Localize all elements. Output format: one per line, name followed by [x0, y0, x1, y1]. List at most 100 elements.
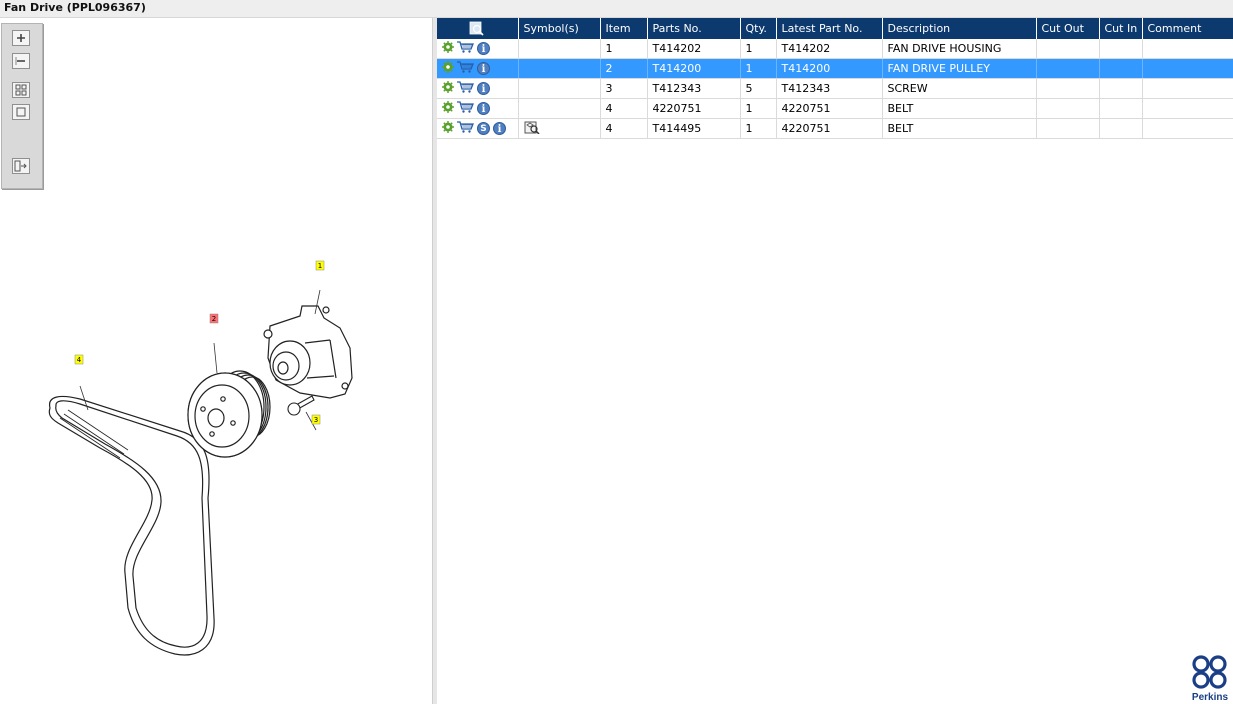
- gear-icon[interactable]: [442, 61, 454, 76]
- column-header-item[interactable]: Item: [600, 18, 648, 39]
- symbols-cell: [518, 98, 601, 119]
- column-header-actions[interactable]: [437, 18, 519, 39]
- cut-in-cell: [1099, 118, 1143, 139]
- table-header-row: Symbol(s) Item Parts No. Qty. Latest Par…: [437, 18, 1233, 39]
- comment-cell: [1142, 78, 1233, 99]
- table-row[interactable]: i 1 T414202 1 T414202 FAN DRIVE HOUSING: [437, 39, 1233, 59]
- cut-out-cell: [1036, 118, 1100, 139]
- parts-no-cell: T414202: [647, 39, 741, 59]
- cut-out-cell: [1036, 39, 1100, 59]
- row-actions-cell: i: [437, 39, 519, 59]
- column-header-parts-no[interactable]: Parts No.: [647, 18, 741, 39]
- qty-cell: 1: [740, 39, 777, 59]
- parts-no-cell: T412343: [647, 78, 741, 99]
- info-icon[interactable]: i: [477, 102, 490, 115]
- gear-icon[interactable]: [442, 81, 454, 96]
- description-cell: BELT: [882, 118, 1037, 139]
- callout-1[interactable]: 1: [315, 260, 325, 271]
- info-icon[interactable]: i: [477, 62, 490, 75]
- svg-text:4: 4: [77, 356, 82, 364]
- item-cell: 4: [600, 98, 648, 119]
- comment-cell: [1142, 58, 1233, 79]
- table-row[interactable]: i 2 T414200 1 T414200 FAN DRIVE PULLEY: [437, 58, 1233, 79]
- qty-cell: 1: [740, 118, 777, 139]
- parts-no-cell: 4220751: [647, 98, 741, 119]
- row-actions-cell: Si: [437, 118, 519, 139]
- table-row[interactable]: i 3 T412343 5 T412343 SCREW: [437, 78, 1233, 99]
- column-header-comment[interactable]: Comment: [1142, 18, 1233, 39]
- info-icon[interactable]: i: [477, 42, 490, 55]
- table-row[interactable]: i 4 4220751 1 4220751 BELT: [437, 98, 1233, 119]
- perkins-logo-mark: [1192, 655, 1227, 689]
- gear-icon[interactable]: [442, 101, 454, 116]
- latest-part-no-cell: T414202: [776, 39, 883, 59]
- parts-table: Symbol(s) Item Parts No. Qty. Latest Par…: [437, 18, 1233, 139]
- svg-text:3: 3: [314, 416, 318, 424]
- illustration-pane[interactable]: 1 2 3 4: [0, 18, 432, 704]
- cut-in-cell: [1099, 78, 1143, 99]
- callout-2[interactable]: 2: [209, 313, 219, 324]
- column-header-cut-in[interactable]: Cut In: [1099, 18, 1143, 39]
- gear-icon[interactable]: [442, 41, 454, 56]
- symbols-cell: [518, 78, 601, 99]
- view-part-icon[interactable]: [524, 121, 541, 137]
- search-parts-icon: [469, 21, 484, 36]
- description-cell: BELT: [882, 98, 1037, 119]
- screw-drawing: [287, 395, 315, 416]
- symbols-cell: [518, 39, 601, 59]
- column-header-symbols[interactable]: Symbol(s): [518, 18, 601, 39]
- description-cell: FAN DRIVE PULLEY: [882, 58, 1037, 79]
- row-actions-cell: i: [437, 58, 519, 79]
- cart-icon[interactable]: [457, 81, 474, 96]
- latest-part-no-cell: 4220751: [776, 98, 883, 119]
- cart-icon[interactable]: [457, 101, 474, 116]
- exploded-parts-diagram: 1 2 3 4: [48, 260, 353, 656]
- cut-out-cell: [1036, 98, 1100, 119]
- info-icon[interactable]: i: [493, 122, 506, 135]
- column-header-qty[interactable]: Qty.: [740, 18, 777, 39]
- gear-icon[interactable]: [442, 121, 454, 136]
- qty-cell: 1: [740, 58, 777, 79]
- svg-text:1: 1: [318, 262, 322, 270]
- housing-drawing: [263, 305, 353, 399]
- qty-cell: 1: [740, 98, 777, 119]
- window-titlebar: Fan Drive (PPL096367): [0, 0, 1233, 18]
- callout-3[interactable]: 3: [311, 414, 321, 425]
- comment-cell: [1142, 118, 1233, 139]
- latest-part-no-cell: T414200: [776, 58, 883, 79]
- item-cell: 4: [600, 118, 648, 139]
- parts-table-body: i 1 T414202 1 T414202 FAN DRIVE HOUSING i 2 T414…: [437, 39, 1233, 139]
- cut-out-cell: [1036, 58, 1100, 79]
- cart-icon[interactable]: [457, 121, 474, 136]
- row-actions-cell: i: [437, 78, 519, 99]
- description-cell: SCREW: [882, 78, 1037, 99]
- callout-4[interactable]: 4: [74, 354, 84, 365]
- cut-in-cell: [1099, 39, 1143, 59]
- symbols-cell: [518, 118, 601, 139]
- table-row[interactable]: Si 4 T414495 1 4220751 BELT: [437, 118, 1233, 139]
- cut-out-cell: [1036, 78, 1100, 99]
- qty-cell: 5: [740, 78, 777, 99]
- parts-no-cell: T414495: [647, 118, 741, 139]
- cart-icon[interactable]: [457, 41, 474, 56]
- parts-grid-pane: Symbol(s) Item Parts No. Qty. Latest Par…: [437, 18, 1233, 704]
- column-header-latest-part-no[interactable]: Latest Part No.: [776, 18, 883, 39]
- cut-in-cell: [1099, 58, 1143, 79]
- s-icon[interactable]: S: [477, 122, 490, 135]
- cut-in-cell: [1099, 98, 1143, 119]
- cart-icon[interactable]: [457, 61, 474, 76]
- comment-cell: [1142, 39, 1233, 59]
- description-cell: FAN DRIVE HOUSING: [882, 39, 1037, 59]
- symbols-cell: [518, 58, 601, 79]
- column-header-description[interactable]: Description: [882, 18, 1037, 39]
- item-cell: 1: [600, 39, 648, 59]
- pulley-drawing: [187, 370, 271, 458]
- svg-text:2: 2: [212, 315, 216, 323]
- latest-part-no-cell: 4220751: [776, 118, 883, 139]
- latest-part-no-cell: T412343: [776, 78, 883, 99]
- column-header-cut-out[interactable]: Cut Out: [1036, 18, 1100, 39]
- item-cell: 3: [600, 78, 648, 99]
- comment-cell: [1142, 98, 1233, 119]
- info-icon[interactable]: i: [477, 82, 490, 95]
- perkins-logo-text: Perkins: [1191, 692, 1229, 703]
